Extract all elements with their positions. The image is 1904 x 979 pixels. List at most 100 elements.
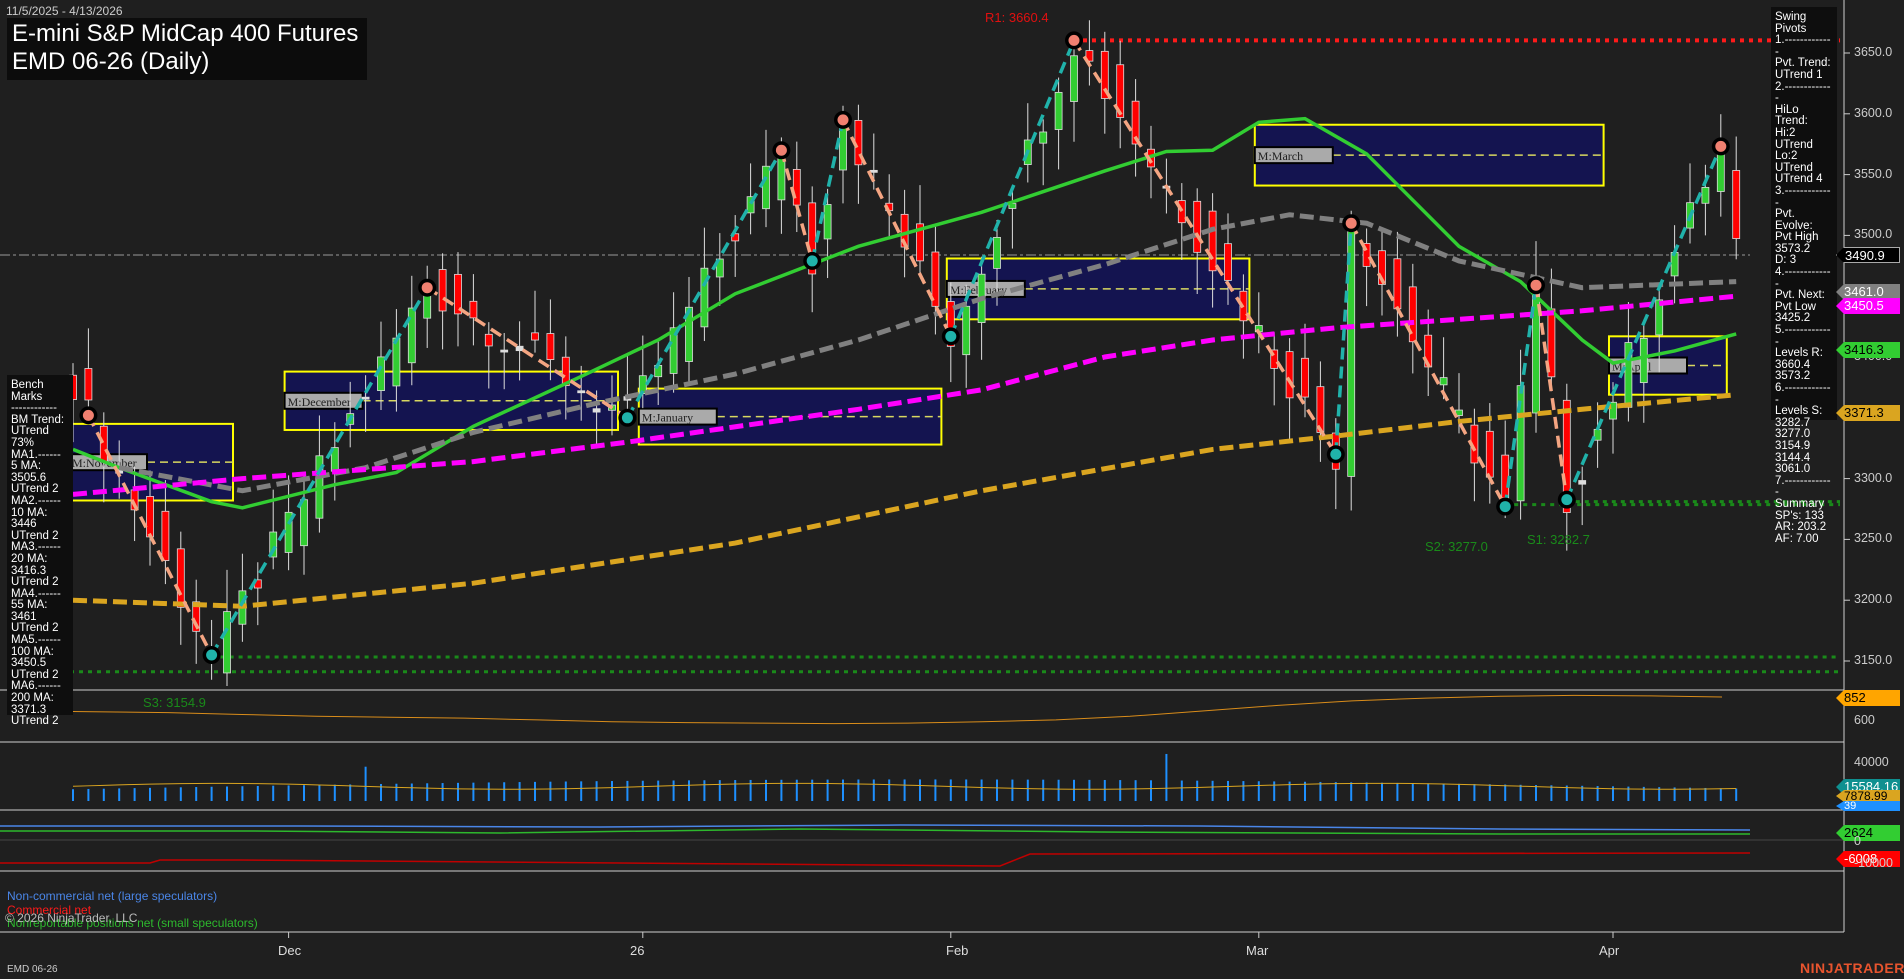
- candle-body: [1040, 132, 1047, 143]
- swing-line: 1.-------------: [1775, 35, 1833, 58]
- swing-pivot-dot: [622, 412, 633, 423]
- candle-body: [1317, 387, 1324, 433]
- last-price-tag: 3490.9: [1836, 247, 1900, 263]
- s2-label: S2: 3277.0: [1425, 539, 1488, 554]
- month-label: M:March: [1258, 149, 1303, 163]
- price-axis-label: 3600.0: [1854, 106, 1892, 120]
- swing-pivot-dot: [838, 114, 849, 125]
- price-axis-label: 3200.0: [1854, 592, 1892, 606]
- bench-line: 200 MA:: [11, 693, 69, 705]
- cot-green-tag: 2624: [1836, 825, 1900, 841]
- price-axis-label: 3550.0: [1854, 167, 1892, 181]
- swing-pivot-dot: [1561, 494, 1572, 505]
- candle-body: [824, 204, 831, 238]
- swing-line: 4.-------------: [1775, 267, 1833, 290]
- price-axis-label: 3300.0: [1854, 471, 1892, 485]
- candle-body: [85, 369, 92, 400]
- candle-body: [578, 391, 585, 393]
- candle-body: [547, 334, 554, 360]
- swing-pivot-dot: [206, 650, 217, 661]
- candle-body: [1733, 170, 1740, 238]
- candle-body: [393, 338, 400, 386]
- candle-body: [516, 346, 523, 350]
- x-label-apr: Apr: [1599, 943, 1619, 958]
- swing-pivot-dot: [945, 331, 956, 342]
- candle-body: [1194, 201, 1201, 252]
- swing-pivot-dot: [807, 255, 818, 266]
- candle-body: [439, 270, 446, 311]
- bench-line: 3446: [11, 519, 69, 531]
- month-label: M:January: [642, 411, 693, 425]
- candle-body: [763, 166, 770, 208]
- candle-body: [470, 301, 477, 318]
- price-axis-label: 3500.0: [1854, 227, 1892, 241]
- swing-pivot-dot: [1330, 449, 1341, 460]
- swing-pivot-dot: [776, 145, 787, 156]
- candle-body: [224, 612, 231, 673]
- swing-pivot-dot: [422, 282, 433, 293]
- candle-body: [1225, 244, 1232, 281]
- swing-line: AF: 7.00: [1775, 534, 1833, 546]
- price-axis-label: 3650.0: [1854, 45, 1892, 59]
- bench-line: 5 MA:: [11, 461, 69, 473]
- chart-title: E-mini S&P MidCap 400 Futures EMD 06-26 …: [7, 18, 367, 80]
- nonreportable-line: [0, 829, 1750, 834]
- price-axis-label: 3150.0: [1854, 653, 1892, 667]
- candle-body: [485, 334, 492, 346]
- cot-axis-min: -10000: [1854, 856, 1893, 870]
- ninjatrader-logo: NINJATRADER: [1800, 960, 1904, 976]
- x-label-26: 26: [630, 943, 644, 958]
- swing-pivot-dot: [83, 410, 94, 421]
- swing-line: 6.-------------: [1775, 383, 1833, 406]
- candle-body: [1394, 259, 1401, 309]
- swing-line: 3061.0: [1775, 464, 1833, 476]
- candle-body: [1702, 187, 1709, 203]
- candle-body: [1640, 338, 1647, 382]
- candle-body: [994, 237, 1001, 268]
- bench-line: UTrend 2: [11, 577, 69, 589]
- ma20-tag: 3416.3: [1836, 342, 1900, 358]
- candle-body: [793, 169, 800, 205]
- swing-pivots-panel: Swing Pivots1.-------------Pvt. Trend:UT…: [1771, 7, 1837, 420]
- bench-marks-panel: Bench Marks------------BM Trend:UTrend 7…: [7, 375, 73, 715]
- swing-line: 5.-------------: [1775, 325, 1833, 348]
- s3-label: S3: 3154.9: [143, 695, 206, 710]
- candle-body: [162, 511, 169, 560]
- volume-average-tag: 7878.99: [1836, 790, 1900, 802]
- candle-body: [408, 308, 415, 363]
- swing-line: 2.-------------: [1775, 82, 1833, 105]
- indicator-line: [20, 695, 1722, 723]
- candle-body: [963, 306, 970, 354]
- month-label: M:December: [288, 395, 351, 409]
- swing-line: 3.-------------: [1775, 186, 1833, 209]
- price-chart[interactable]: M:NovemberM:DecemberM:JanuaryM:FebruaryM…: [0, 0, 1904, 979]
- price-axis-label: 3250.0: [1854, 531, 1892, 545]
- bench-line: Bench Marks: [11, 380, 69, 403]
- swing-line: Lo:2 UTrend: [1775, 151, 1833, 174]
- candle-body: [1348, 231, 1355, 476]
- candle-body: [1440, 378, 1447, 385]
- swing-line: 7.-------------: [1775, 476, 1833, 499]
- candle-body: [1286, 352, 1293, 398]
- candle-body: [870, 170, 877, 172]
- swing-line: UTrend 1: [1775, 70, 1833, 82]
- s1-label: S1: 3282.7: [1527, 532, 1590, 547]
- copyright: © 2026 NinjaTrader, LLC: [5, 911, 137, 925]
- swing-line: AR: 203.2: [1775, 522, 1833, 534]
- candle-body: [1579, 481, 1586, 485]
- candle-body: [1055, 92, 1062, 129]
- date-range: 11/5/2025 - 4/13/2026: [6, 4, 123, 18]
- candle-body: [147, 496, 154, 536]
- ma100-tag: 3450.5: [1836, 298, 1900, 314]
- swing-line: Pvt. Evolve:: [1775, 209, 1833, 232]
- x-label-dec: Dec: [278, 943, 301, 958]
- candle-body: [501, 350, 508, 352]
- swing-line: HiLo Trend:: [1775, 105, 1833, 128]
- swing-line: Hi:2 UTrend: [1775, 128, 1833, 151]
- cot-axis-zero: 0: [1854, 834, 1861, 848]
- candle-body: [100, 426, 107, 461]
- candle-body: [301, 500, 308, 546]
- bench-line: UTrend 2: [11, 716, 69, 728]
- ma55-tag: 3461.0: [1836, 284, 1900, 300]
- candle-body: [778, 158, 785, 200]
